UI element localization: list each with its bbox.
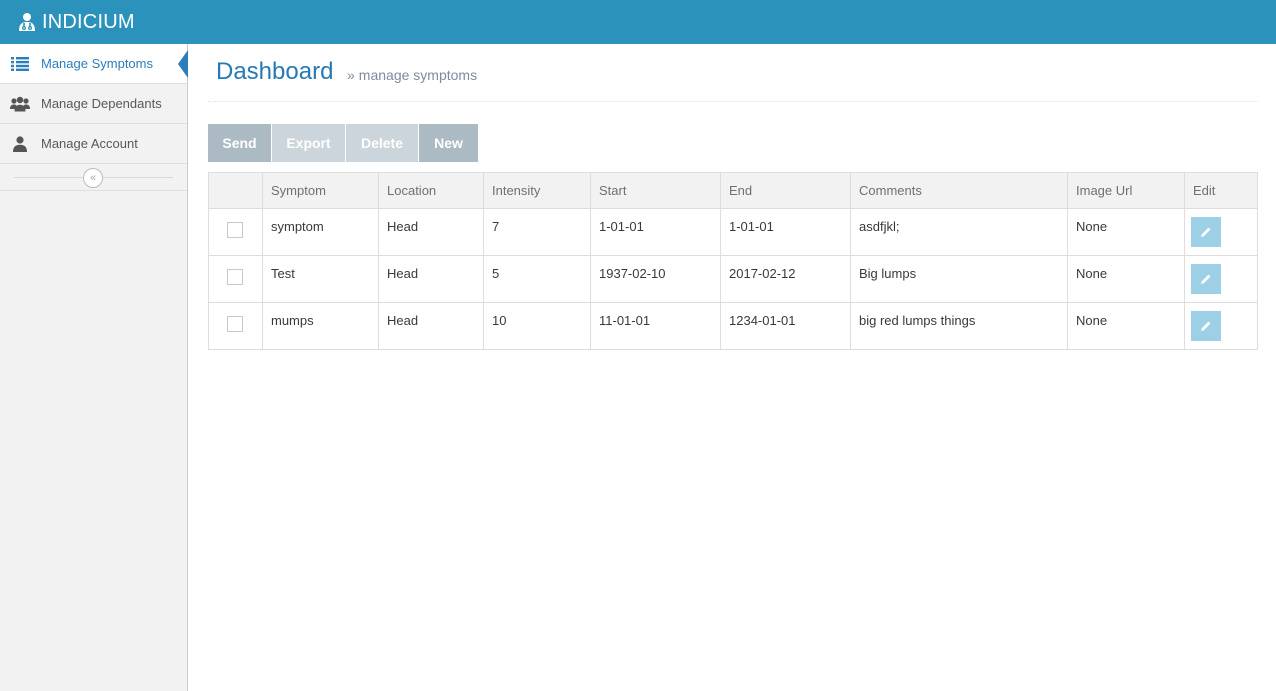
new-button[interactable]: New — [419, 124, 478, 162]
page-header: Dashboard » manage symptoms — [208, 56, 1258, 102]
column-header-symptom[interactable]: Symptom — [262, 172, 379, 209]
cell-end: 1-01-01 — [720, 208, 851, 256]
action-toolbar: Send Export Delete New — [208, 124, 478, 162]
cell-location: Head — [378, 302, 484, 350]
users-icon — [10, 95, 30, 113]
brand[interactable]: INDICIUM — [18, 10, 135, 34]
column-header-end[interactable]: End — [720, 172, 851, 209]
sidebar-collapse-bar: « — [0, 164, 187, 191]
table-row: mumps Head 10 11-01-01 1234-01-01 big re… — [208, 302, 1258, 350]
user-doctor-icon — [18, 12, 36, 32]
cell-intensity: 7 — [483, 208, 591, 256]
breadcrumb-label: manage symptoms — [358, 67, 478, 83]
cell-start: 11-01-01 — [590, 302, 721, 350]
user-icon — [10, 135, 30, 153]
row-checkbox[interactable] — [227, 222, 243, 238]
sidebar-item-manage-dependants[interactable]: Manage Dependants — [0, 84, 187, 124]
column-header-comments[interactable]: Comments — [850, 172, 1068, 209]
page-title: Dashboard — [216, 58, 334, 85]
cell-comments: big red lumps things — [850, 302, 1068, 350]
cell-comments: Big lumps — [850, 255, 1068, 303]
cell-image-url: None — [1067, 208, 1185, 256]
cell-edit — [1184, 302, 1258, 350]
column-header-image-url[interactable]: Image Url — [1067, 172, 1185, 209]
cell-symptom: Test — [262, 255, 379, 303]
double-chevron-left-icon: « — [89, 172, 97, 184]
top-navbar: INDICIUM — [0, 0, 1276, 44]
column-header-edit: Edit — [1184, 172, 1258, 209]
pencil-icon — [1201, 227, 1211, 237]
cell-edit — [1184, 255, 1258, 303]
cell-intensity: 5 — [483, 255, 591, 303]
cell-image-url: None — [1067, 255, 1185, 303]
cell-location: Head — [378, 208, 484, 256]
pencil-icon — [1201, 321, 1211, 331]
sidebar-item-label: Manage Dependants — [41, 96, 162, 111]
edit-button[interactable] — [1191, 217, 1221, 247]
cell-start: 1-01-01 — [590, 208, 721, 256]
edit-button[interactable] — [1191, 264, 1221, 294]
list-icon — [10, 55, 30, 73]
symptoms-table: Symptom Location Intensity Start End Com… — [208, 172, 1258, 350]
cell-end: 2017-02-12 — [720, 255, 851, 303]
column-header-start[interactable]: Start — [590, 172, 721, 209]
cell-image-url: None — [1067, 302, 1185, 350]
row-select-cell — [208, 255, 263, 303]
cell-location: Head — [378, 255, 484, 303]
sidebar: Manage Symptoms Manage Dependants Manage… — [0, 44, 188, 691]
breadcrumb: » manage symptoms — [347, 67, 477, 83]
brand-name: INDICIUM — [42, 10, 135, 33]
sidebar-item-manage-symptoms[interactable]: Manage Symptoms — [0, 44, 188, 84]
edit-button[interactable] — [1191, 311, 1221, 341]
pencil-icon — [1201, 274, 1211, 284]
breadcrumb-separator: » — [347, 67, 355, 83]
cell-comments: asdfjkl; — [850, 208, 1068, 256]
row-select-cell — [208, 208, 263, 256]
row-select-cell — [208, 302, 263, 350]
sidebar-collapse-button[interactable]: « — [83, 168, 103, 188]
table-row: symptom Head 7 1-01-01 1-01-01 asdfjkl; … — [208, 208, 1258, 256]
select-column-header — [208, 172, 263, 209]
send-button[interactable]: Send — [208, 124, 272, 162]
export-button[interactable]: Export — [272, 124, 346, 162]
cell-end: 1234-01-01 — [720, 302, 851, 350]
cell-start: 1937-02-10 — [590, 255, 721, 303]
cell-symptom: symptom — [262, 208, 379, 256]
sidebar-item-label: Manage Account — [41, 136, 138, 151]
table-row: Test Head 5 1937-02-10 2017-02-12 Big lu… — [208, 255, 1258, 303]
sidebar-item-manage-account[interactable]: Manage Account — [0, 124, 187, 164]
cell-intensity: 10 — [483, 302, 591, 350]
cell-symptom: mumps — [262, 302, 379, 350]
sidebar-item-label: Manage Symptoms — [41, 56, 153, 71]
table-header-row: Symptom Location Intensity Start End Com… — [208, 172, 1258, 209]
column-header-intensity[interactable]: Intensity — [483, 172, 591, 209]
cell-edit — [1184, 208, 1258, 256]
row-checkbox[interactable] — [227, 269, 243, 285]
delete-button[interactable]: Delete — [346, 124, 419, 162]
column-header-location[interactable]: Location — [378, 172, 484, 209]
row-checkbox[interactable] — [227, 316, 243, 332]
